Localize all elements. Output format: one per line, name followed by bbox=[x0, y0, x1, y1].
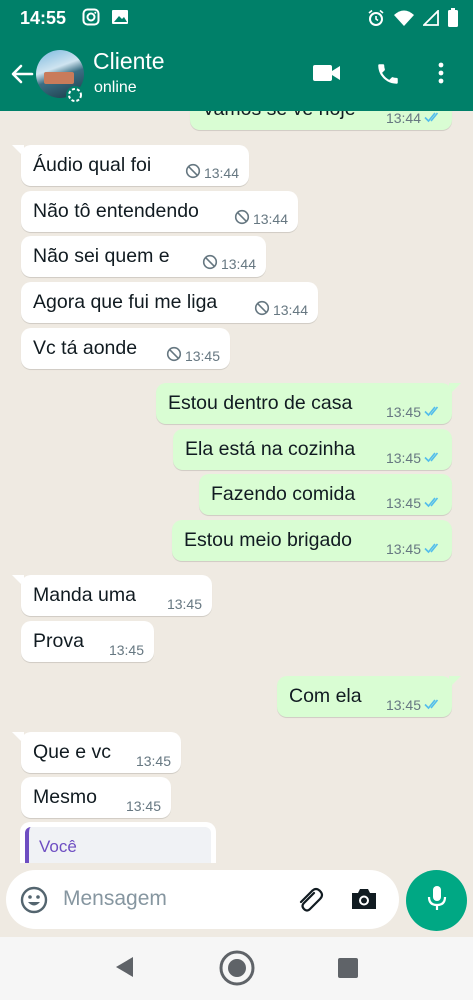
emoji-icon[interactable] bbox=[20, 886, 48, 919]
read-ticks-icon bbox=[424, 111, 442, 126]
blocked-icon bbox=[202, 254, 218, 273]
message-text: Não tô entendendo bbox=[33, 200, 199, 222]
message-text: Prova bbox=[33, 630, 84, 652]
read-ticks-icon bbox=[424, 495, 442, 511]
read-ticks-icon bbox=[424, 541, 442, 557]
voice-message-button[interactable] bbox=[406, 870, 467, 931]
read-ticks-icon bbox=[424, 697, 442, 713]
message-text: Vamos se ve hoje bbox=[202, 111, 356, 120]
signal-icon bbox=[421, 8, 439, 31]
chat-header: Cliente online bbox=[0, 36, 473, 111]
back-arrow-icon[interactable] bbox=[8, 60, 36, 88]
message-text: Manda uma bbox=[33, 584, 136, 606]
nav-recents-icon[interactable] bbox=[337, 957, 359, 984]
message-time: 13:44 bbox=[203, 164, 239, 181]
message-time: 13:44 bbox=[272, 301, 308, 318]
status-ring-icon bbox=[66, 86, 84, 104]
read-ticks-icon bbox=[424, 404, 442, 420]
message-time: 13:45 bbox=[385, 404, 421, 420]
blocked-icon bbox=[254, 300, 270, 319]
message-text: Vc tá aonde bbox=[33, 337, 138, 359]
message-outgoing[interactable]: Estou meio brigado 13:45 bbox=[172, 520, 452, 561]
voice-call-icon[interactable] bbox=[375, 61, 401, 92]
message-text: Com ela bbox=[289, 685, 362, 707]
message-time: 13:45 bbox=[385, 495, 421, 511]
nav-back-icon[interactable] bbox=[112, 953, 136, 986]
quoted-author: Você bbox=[39, 837, 77, 856]
message-time: 13:45 bbox=[385, 541, 421, 557]
message-incoming[interactable]: Prova 13:45 bbox=[21, 621, 154, 662]
quoted-reply-message[interactable]: Você bbox=[20, 822, 216, 863]
blocked-icon bbox=[166, 346, 182, 365]
message-text: Estou dentro de casa bbox=[168, 392, 353, 414]
message-outgoing[interactable]: Estou dentro de casa 13:45 bbox=[156, 383, 452, 424]
message-time: 13:45 bbox=[184, 347, 220, 364]
instagram-icon bbox=[82, 8, 100, 31]
battery-icon bbox=[447, 8, 459, 33]
message-incoming[interactable]: Agora que fui me liga 13:44 bbox=[21, 282, 318, 323]
message-outgoing[interactable]: Com ela 13:45 bbox=[277, 676, 452, 717]
message-outgoing[interactable]: Vamos se ve hoje 13:44 bbox=[190, 111, 452, 130]
wifi-icon bbox=[393, 9, 415, 32]
message-time: 13:45 bbox=[135, 753, 171, 769]
message-time: 13:45 bbox=[166, 596, 202, 612]
message-incoming[interactable]: Áudio qual foi 13:44 bbox=[21, 145, 249, 186]
message-text: Áudio qual foi bbox=[33, 154, 152, 176]
microphone-icon bbox=[426, 884, 448, 917]
more-options-icon[interactable] bbox=[437, 61, 445, 90]
message-time: 13:45 bbox=[125, 798, 161, 814]
message-time: 13:45 bbox=[385, 450, 421, 466]
message-incoming[interactable]: Não tô entendendo 13:44 bbox=[21, 191, 298, 232]
message-time: 13:44 bbox=[220, 255, 256, 272]
blocked-icon bbox=[234, 209, 250, 228]
message-outgoing[interactable]: Ela está na cozinha 13:45 bbox=[173, 429, 452, 470]
blocked-icon bbox=[185, 163, 201, 182]
message-incoming[interactable]: Não sei quem e 13:44 bbox=[21, 236, 266, 277]
photo-notification-icon bbox=[110, 8, 130, 31]
camera-icon[interactable] bbox=[350, 886, 378, 917]
contact-status: online bbox=[94, 79, 137, 96]
message-text: Ela está na cozinha bbox=[185, 438, 356, 460]
alarm-icon bbox=[367, 9, 385, 32]
status-bar: 14:55 bbox=[0, 0, 473, 36]
message-outgoing[interactable]: Fazendo comida 13:45 bbox=[199, 474, 452, 515]
message-time: 13:45 bbox=[108, 642, 144, 658]
message-composer[interactable]: Mensagem bbox=[6, 870, 399, 929]
read-ticks-icon bbox=[424, 450, 442, 466]
message-time: 13:44 bbox=[252, 210, 288, 227]
system-navigation-bar bbox=[0, 937, 473, 1000]
message-incoming[interactable]: Vc tá aonde 13:45 bbox=[21, 328, 230, 369]
attach-icon[interactable] bbox=[294, 885, 324, 920]
message-time: 13:44 bbox=[385, 111, 421, 126]
chat-area[interactable]: Vamos se ve hoje 13:44 Áudio qual foi 13… bbox=[0, 111, 473, 863]
message-text: Que e vc bbox=[33, 741, 112, 763]
message-text: Estou meio brigado bbox=[184, 529, 353, 551]
message-time: 13:45 bbox=[385, 697, 421, 713]
message-text: Não sei quem e bbox=[33, 245, 170, 267]
video-call-icon[interactable] bbox=[312, 61, 342, 90]
message-input[interactable]: Mensagem bbox=[63, 887, 167, 911]
contact-name[interactable]: Cliente bbox=[93, 48, 165, 75]
nav-home-icon[interactable] bbox=[218, 949, 256, 992]
message-text: Mesmo bbox=[33, 786, 97, 808]
message-incoming[interactable]: Mesmo 13:45 bbox=[21, 777, 171, 818]
message-incoming[interactable]: Manda uma 13:45 bbox=[21, 575, 212, 616]
message-text: Agora que fui me liga bbox=[33, 291, 218, 313]
status-time: 14:55 bbox=[20, 8, 67, 28]
message-incoming[interactable]: Que e vc 13:45 bbox=[21, 732, 181, 773]
message-text: Fazendo comida bbox=[211, 483, 356, 505]
